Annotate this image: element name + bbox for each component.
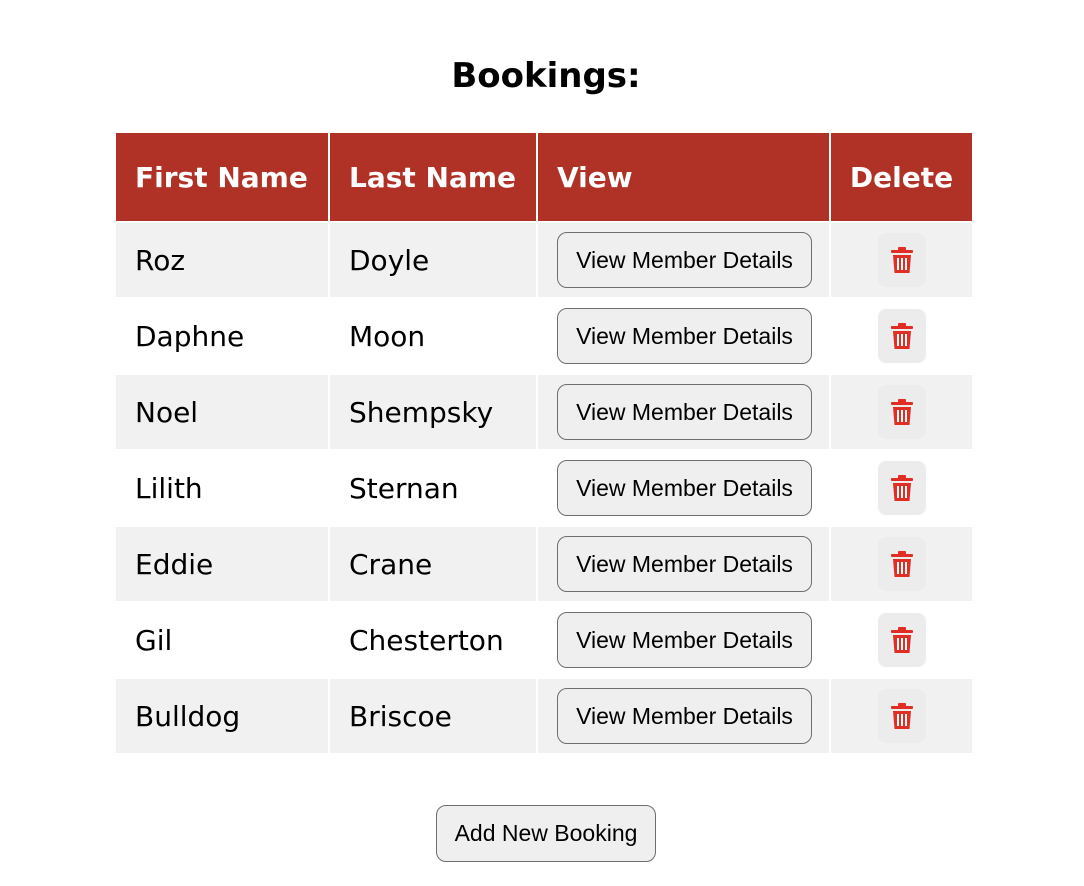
- view-member-details-button[interactable]: View Member Details: [557, 536, 812, 592]
- view-cell: View Member Details: [538, 679, 829, 753]
- delete-button[interactable]: [877, 233, 926, 287]
- last-name-cell: Sternan: [330, 451, 536, 525]
- table-row: Eddie Crane View Member Details: [116, 527, 972, 601]
- delete-cell: [831, 223, 972, 297]
- table-row: Roz Doyle View Member Details: [116, 223, 972, 297]
- page-title: Bookings:: [451, 56, 641, 96]
- view-cell: View Member Details: [538, 527, 829, 601]
- first-name-cell: Noel: [116, 375, 328, 449]
- delete-cell: [831, 679, 972, 753]
- table-row: Gil Chesterton View Member Details: [116, 603, 972, 677]
- view-cell: View Member Details: [538, 299, 829, 373]
- last-name-cell: Doyle: [330, 223, 536, 297]
- first-name-cell: Lilith: [116, 451, 328, 525]
- last-name-cell: Shempsky: [330, 375, 536, 449]
- last-name-cell: Moon: [330, 299, 536, 373]
- view-cell: View Member Details: [538, 451, 829, 525]
- delete-button[interactable]: [877, 385, 926, 439]
- trash-icon: [890, 551, 913, 577]
- table-row: Bulldog Briscoe View Member Details: [116, 679, 972, 753]
- view-cell: View Member Details: [538, 223, 829, 297]
- first-name-cell: Daphne: [116, 299, 328, 373]
- view-member-details-button[interactable]: View Member Details: [557, 308, 812, 364]
- delete-cell: [831, 527, 972, 601]
- view-member-details-button[interactable]: View Member Details: [557, 232, 812, 288]
- first-name-cell: Gil: [116, 603, 328, 677]
- delete-button[interactable]: [877, 613, 926, 667]
- delete-button[interactable]: [877, 461, 926, 515]
- delete-cell: [831, 299, 972, 373]
- trash-icon: [890, 399, 913, 425]
- first-name-cell: Eddie: [116, 527, 328, 601]
- trash-icon: [890, 475, 913, 501]
- add-new-booking-button[interactable]: Add New Booking: [436, 805, 656, 862]
- delete-cell: [831, 451, 972, 525]
- table-row: Lilith Sternan View Member Details: [116, 451, 972, 525]
- header-delete: Delete: [831, 133, 972, 221]
- delete-button[interactable]: [877, 309, 926, 363]
- header-first-name: First Name: [116, 133, 328, 221]
- trash-icon: [890, 323, 913, 349]
- view-cell: View Member Details: [538, 603, 829, 677]
- last-name-cell: Briscoe: [330, 679, 536, 753]
- bookings-table: First Name Last Name View Delete Roz Doy…: [114, 131, 974, 755]
- view-cell: View Member Details: [538, 375, 829, 449]
- table-row: Noel Shempsky View Member Details: [116, 375, 972, 449]
- view-member-details-button[interactable]: View Member Details: [557, 612, 812, 668]
- trash-icon: [890, 703, 913, 729]
- last-name-cell: Chesterton: [330, 603, 536, 677]
- trash-icon: [890, 247, 913, 273]
- first-name-cell: Bulldog: [116, 679, 328, 753]
- first-name-cell: Roz: [116, 223, 328, 297]
- trash-icon: [890, 627, 913, 653]
- delete-cell: [831, 603, 972, 677]
- view-member-details-button[interactable]: View Member Details: [557, 384, 812, 440]
- last-name-cell: Crane: [330, 527, 536, 601]
- view-member-details-button[interactable]: View Member Details: [557, 688, 812, 744]
- view-member-details-button[interactable]: View Member Details: [557, 460, 812, 516]
- header-view: View: [538, 133, 829, 221]
- delete-cell: [831, 375, 972, 449]
- header-last-name: Last Name: [330, 133, 536, 221]
- table-header-row: First Name Last Name View Delete: [116, 133, 972, 221]
- delete-button[interactable]: [877, 689, 926, 743]
- delete-button[interactable]: [877, 537, 926, 591]
- table-row: Daphne Moon View Member Details: [116, 299, 972, 373]
- bookings-page: Bookings: First Name Last Name View Dele…: [0, 0, 1084, 886]
